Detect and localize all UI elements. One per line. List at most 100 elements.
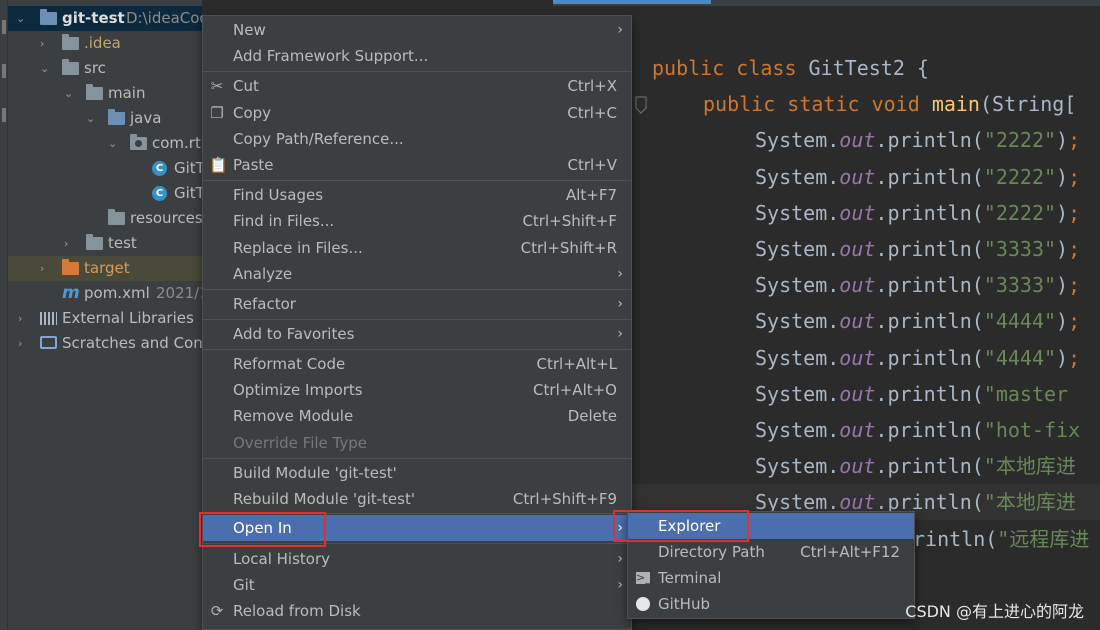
chevron-right-icon[interactable]: › xyxy=(18,313,28,324)
menu-label: Paste xyxy=(233,156,274,174)
code-line[interactable]: System.out.println("4444"); xyxy=(755,340,1080,376)
menu-item-copy-path[interactable]: Copy Path/Reference... xyxy=(203,126,631,152)
menu-item-analyze[interactable]: Analyze › xyxy=(203,261,631,287)
tree-label: Scratches and Cons xyxy=(62,334,202,352)
code-line[interactable]: System.out.println("master xyxy=(755,376,1068,412)
chevron-down-icon[interactable]: ⌄ xyxy=(16,13,26,24)
tree-item-scratches[interactable]: › Scratches and Cons xyxy=(8,331,202,356)
chevron-right-icon: › xyxy=(617,326,623,342)
chevron-down-icon[interactable]: ⌄ xyxy=(86,113,96,124)
menu-label: Remove Module xyxy=(233,407,354,425)
menu-label: Copy xyxy=(233,104,272,122)
menu-item-git[interactable]: Git › xyxy=(203,572,631,598)
chevron-right-icon: › xyxy=(617,551,623,567)
menu-label: Override File Type xyxy=(233,434,367,452)
code-line[interactable]: System.out.println("hot-fix xyxy=(755,412,1080,448)
fold-marker-icon[interactable] xyxy=(634,96,648,114)
menu-item-local-history[interactable]: Local History › xyxy=(203,546,631,572)
tree-item-pom[interactable]: m pom.xml 2021/1 xyxy=(8,281,202,306)
tree-label: test xyxy=(108,234,137,252)
code-line[interactable]: System.out.println("2222"); xyxy=(755,195,1080,231)
menu-item-add-framework[interactable]: Add Framework Support... xyxy=(203,43,631,69)
tree-label: External Libraries xyxy=(62,309,194,327)
submenu-item-terminal[interactable]: >_ Terminal xyxy=(628,565,914,591)
code-line[interactable]: System.out.println("3333"); xyxy=(755,231,1080,267)
menu-label: Refactor xyxy=(233,295,296,313)
menu-label: Analyze xyxy=(233,265,293,283)
tree-item-main[interactable]: ⌄ main xyxy=(8,81,202,106)
tree-item-class[interactable]: C GitT xyxy=(8,181,202,206)
menu-item-reformat-code[interactable]: Reformat Code Ctrl+Alt+L xyxy=(203,351,631,377)
submenu-item-github[interactable]: GitHub xyxy=(628,591,914,617)
library-icon xyxy=(40,312,57,325)
code-line[interactable]: System.out.println("4444"); xyxy=(755,303,1080,339)
menu-item-paste[interactable]: 📋 Paste Ctrl+V xyxy=(203,152,631,178)
chevron-right-icon[interactable]: › xyxy=(18,338,28,349)
folder-icon xyxy=(62,59,79,75)
menu-item-new[interactable]: New › xyxy=(203,17,631,43)
tree-item-idea[interactable]: › .idea xyxy=(8,31,202,56)
menu-item-optimize-imports[interactable]: Optimize Imports Ctrl+Alt+O xyxy=(203,377,631,403)
code-line[interactable]: System.out.println("2222"); xyxy=(755,122,1080,158)
menu-item-rebuild-module[interactable]: Rebuild Module 'git-test' Ctrl+Shift+F9 xyxy=(203,486,631,512)
menu-separator xyxy=(203,458,631,459)
menu-label: Copy Path/Reference... xyxy=(233,130,404,148)
tree-item-package[interactable]: ⌄ com.rt xyxy=(8,131,202,156)
clipboard-icon: 📋 xyxy=(209,156,228,174)
left-tool-strip[interactable] xyxy=(0,0,8,630)
folder-icon xyxy=(86,234,103,250)
chevron-right-icon: › xyxy=(617,296,623,312)
code-line[interactable]: System.out.println("本地库进 xyxy=(755,448,1076,484)
code-line[interactable]: System.out.println("3333"); xyxy=(755,267,1080,303)
menu-label: Build Module 'git-test' xyxy=(233,464,397,482)
menu-label: Git xyxy=(233,576,255,594)
tree-item-class[interactable]: C GitT xyxy=(8,156,202,181)
menu-item-reload-from-disk[interactable]: ⟳ Reload from Disk xyxy=(203,598,631,624)
tree-item-target[interactable]: › target xyxy=(8,256,202,281)
menu-item-find-usages[interactable]: Find Usages Alt+F7 xyxy=(203,182,631,208)
menu-item-build-module[interactable]: Build Module 'git-test' xyxy=(203,460,631,486)
menu-label: Directory Path xyxy=(658,543,765,561)
shortcut: Ctrl+Shift+F9 xyxy=(512,490,617,508)
menu-item-copy[interactable]: ❐ Copy Ctrl+C xyxy=(203,100,631,126)
annotation-box-open-in xyxy=(199,512,326,547)
tree-label: pom.xml xyxy=(84,284,150,302)
menu-item-replace-in-files[interactable]: Replace in Files... Ctrl+Shift+R xyxy=(203,235,631,261)
tree-item-test[interactable]: › test xyxy=(8,231,202,256)
code-line[interactable]: public static void main(String[ xyxy=(703,86,1076,122)
menu-item-add-to-favorites[interactable]: Add to Favorites › xyxy=(203,321,631,347)
code-line[interactable]: System.out.println("2222"); xyxy=(755,159,1080,195)
menu-item-override-file-type: Override File Type xyxy=(203,430,631,456)
chevron-down-icon[interactable]: ⌄ xyxy=(108,138,118,149)
menu-label: Cut xyxy=(233,77,259,95)
project-tree: ⌄ git-test D:\ideaCode\git-test › .idea … xyxy=(8,0,202,630)
terminal-icon: >_ xyxy=(636,571,651,584)
menu-item-remove-module[interactable]: Remove Module Delete xyxy=(203,403,631,429)
tree-item-src[interactable]: ⌄ src xyxy=(8,56,202,81)
menu-item-refactor[interactable]: Refactor › xyxy=(203,291,631,317)
tree-label: java xyxy=(130,109,162,127)
chevron-right-icon[interactable]: › xyxy=(64,238,74,249)
menu-item-cut[interactable]: ✂ Cut Ctrl+X xyxy=(203,73,631,99)
shortcut: Ctrl+V xyxy=(567,156,617,174)
chevron-down-icon[interactable]: ⌄ xyxy=(64,88,74,99)
menu-item-find-in-files[interactable]: Find in Files... Ctrl+Shift+F xyxy=(203,208,631,234)
tree-item-external-libraries[interactable]: › External Libraries xyxy=(8,306,202,331)
tree-item-root[interactable]: ⌄ git-test D:\ideaCode\git-test xyxy=(8,6,202,31)
code-line[interactable]: rintln("远程库进 xyxy=(913,521,1089,557)
root-name: git-test xyxy=(62,9,125,27)
menu-label: Rebuild Module 'git-test' xyxy=(233,490,415,508)
shortcut: Delete xyxy=(567,407,617,425)
tree-item-resources[interactable]: resources xyxy=(8,206,202,231)
package-icon xyxy=(130,134,147,150)
chevron-right-icon[interactable]: › xyxy=(40,38,50,49)
chevron-down-icon[interactable]: ⌄ xyxy=(40,63,50,74)
code-line[interactable]: public class GitTest2 { xyxy=(652,50,929,86)
menu-separator xyxy=(203,289,631,290)
chevron-right-icon[interactable]: › xyxy=(40,263,50,274)
scratches-icon xyxy=(40,336,57,349)
source-folder-icon xyxy=(108,109,125,125)
submenu-item-directory-path[interactable]: Directory Path Ctrl+Alt+F12 xyxy=(628,539,914,565)
menu-separator xyxy=(203,180,631,181)
tree-item-java[interactable]: ⌄ java xyxy=(8,106,202,131)
